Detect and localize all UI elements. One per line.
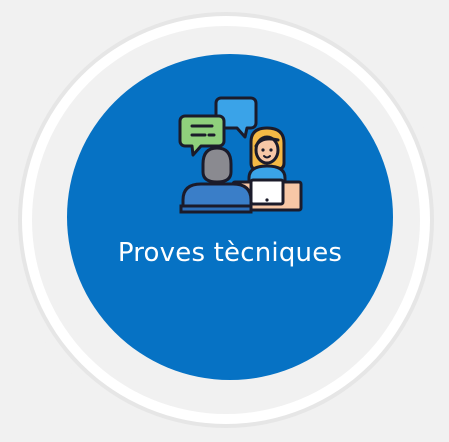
- technical-tests-tile[interactable]: Proves tècniques: [67, 54, 393, 380]
- interview-icon: [178, 96, 303, 214]
- page: Proves tècniques: [0, 0, 449, 442]
- tile-label: Proves tècniques: [117, 238, 343, 268]
